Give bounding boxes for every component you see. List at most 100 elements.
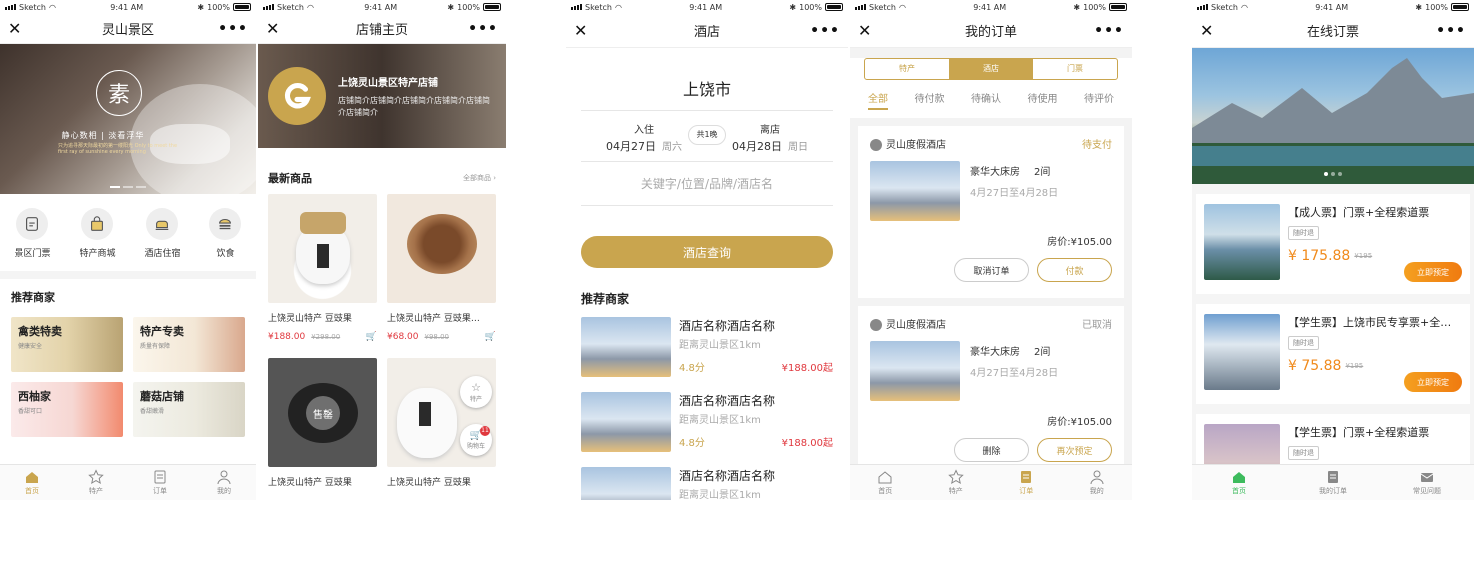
segment-hotel[interactable]: 酒店 (949, 59, 1033, 79)
hotel-image (581, 392, 671, 452)
cart-icon[interactable]: 🛒 (485, 332, 496, 342)
merchant-title: 西柚家 (18, 390, 51, 403)
close-icon[interactable]: ✕ (1200, 22, 1213, 39)
product-card[interactable]: 上饶灵山特产 豆豉果… ¥68.00 ¥98.00 🛒 (387, 194, 496, 358)
keyword-input[interactable]: 关键字/位置/品牌/酒店名 (581, 162, 833, 206)
user-icon (1090, 470, 1104, 485)
hotel-item[interactable]: 酒店名称酒店名称 距离灵山景区1km 4.8分 ¥188.00起 (566, 392, 848, 467)
product-image (268, 194, 377, 303)
category-specialty[interactable]: 特产商城 (79, 208, 116, 259)
category-food[interactable]: 饮食 (209, 208, 242, 259)
tab-pending-payment[interactable]: 待付款 (915, 90, 945, 110)
order-card[interactable]: 灵山度假酒店 已取消 豪华大床房 2间 4月27日至4月28日 房价:¥105.00 … (858, 306, 1124, 478)
more-dots-icon[interactable]: ••• (1436, 23, 1466, 39)
all-products-link[interactable]: 全部商品 › (463, 173, 496, 183)
page-title: 我的订单 (964, 25, 1017, 40)
segment-specialty[interactable]: 特产 (865, 59, 949, 79)
nav-bar: ✕ 灵山景区 ••• (0, 14, 256, 44)
hotel-item[interactable]: 酒店名称酒店名称 距离灵山景区1km (566, 467, 848, 500)
date-picker[interactable]: 入住 04月27日 周六 共1晚 离店 04月28日 周日 (581, 110, 833, 162)
tab-label: 常见问题 (1413, 487, 1441, 495)
tab-label: 我的 (217, 487, 231, 495)
wifi-icon: ◠ (306, 2, 314, 12)
ticket-card[interactable]: 【成人票】门票+全程索道票 随时退 ¥ 175.88 ¥195 立即预定 (1196, 194, 1470, 294)
tab-label: 我的订单 (1319, 487, 1347, 495)
ticket-old-price: ¥195 (1354, 252, 1373, 260)
favorite-button[interactable]: ☆ 特产 (460, 376, 492, 408)
ticket-card[interactable]: 【学生票】上饶市民专享票+全… 随时退 ¥ 75.88 ¥195 立即预定 (1196, 304, 1470, 404)
book-now-button[interactable]: 立即预定 (1404, 372, 1462, 392)
book-now-button[interactable]: 立即预定 (1404, 262, 1462, 282)
order-card[interactable]: 灵山度假酒店 待支付 豪华大床房 2间 4月27日至4月28日 房价:¥105.00 … (858, 126, 1124, 298)
merchants-title: 推荐商家 (11, 291, 55, 304)
cart-float-button[interactable]: 🛒 购物车 11 (460, 424, 492, 456)
more-dots-icon[interactable]: ••• (810, 23, 840, 39)
star-icon: ☆ (471, 381, 481, 394)
nav-bar: ✕ 在线订票 ••• (1192, 14, 1474, 48)
carrier-label: Sketch (19, 2, 46, 12)
more-dots-icon[interactable]: ••• (1094, 23, 1124, 39)
shop-avatar (870, 139, 882, 151)
more-dots-icon[interactable]: ••• (218, 21, 248, 37)
status-bar: Sketch ◠ 9:41 AM ✱ 100% (566, 0, 848, 14)
product-image: 售罄 (268, 358, 377, 467)
close-icon[interactable]: ✕ (266, 20, 279, 37)
ticket-image (1204, 204, 1280, 280)
tab-pending-review[interactable]: 待评价 (1084, 90, 1114, 110)
city-selector[interactable]: 上饶市 (566, 48, 848, 110)
tab-specialty[interactable]: 特产 (64, 465, 128, 500)
clock: 9:41 AM (689, 2, 723, 12)
merchant-title: 蘑菇店铺 (140, 390, 184, 403)
hotel-item[interactable]: 酒店名称酒店名称 距离灵山景区1km 4.8分 ¥188.00起 (566, 317, 848, 392)
screen-online-tickets: Sketch ◠ 9:41 AM ✱ 100% ✕ 在线订票 ••• 【成人票】门票… (1192, 0, 1474, 500)
battery-percent: 100% (1083, 2, 1106, 12)
product-card[interactable]: ☆ 特产 🛒 购物车 11 上饶灵山特产 豆豉果 (387, 358, 496, 488)
merchant-card[interactable]: 蘑菇店铺 香甜嫩滑 (133, 382, 245, 437)
tab-home[interactable]: 首页 (850, 465, 921, 500)
tab-label: 特产 (948, 487, 963, 495)
product-card[interactable]: 上饶灵山特产 豆豉果 ¥188.00 ¥298.00 🛒 (268, 194, 377, 358)
star-icon (947, 469, 964, 484)
segment-tickets[interactable]: 门票 (1033, 59, 1117, 79)
rec-title: 推荐商家 (581, 292, 630, 306)
price-label: 房价: (1047, 417, 1071, 428)
banner-carousel[interactable]: 素 静心数相 | 淡看浮华 只为追寻那天际最初的第一缕阳光 Only to me… (0, 44, 256, 194)
product-name: 上饶灵山特产 豆豉果 (268, 314, 352, 324)
tab-me[interactable]: 我的 (1062, 465, 1133, 500)
banner-carousel[interactable] (1192, 48, 1474, 184)
section-title: 最新商品 (268, 172, 312, 185)
more-dots-icon[interactable]: ••• (468, 21, 498, 37)
tab-orders[interactable]: 订单 (128, 465, 192, 500)
tab-orders[interactable]: 订单 (991, 465, 1062, 500)
banner-subtext: 只为追寻那天际最初的第一缕阳光 Only to meet the first r… (58, 143, 178, 155)
tab-pending-confirm[interactable]: 待确认 (971, 90, 1001, 110)
delete-order-button[interactable]: 删除 (954, 438, 1029, 462)
close-icon[interactable]: ✕ (8, 20, 21, 37)
close-icon[interactable]: ✕ (858, 22, 871, 39)
battery-percent: 100% (207, 2, 230, 12)
bluetooth-icon: ✱ (1073, 2, 1081, 12)
tab-me[interactable]: 我的 (192, 465, 256, 500)
rebook-button[interactable]: 再次预定 (1037, 438, 1112, 462)
tab-pending-use[interactable]: 待使用 (1028, 90, 1058, 110)
merchant-card[interactable]: 特产专卖 质量有保障 (133, 317, 245, 372)
tab-all[interactable]: 全部 (868, 90, 888, 110)
tab-my-orders[interactable]: 我的订单 (1286, 465, 1380, 500)
close-icon[interactable]: ✕ (574, 22, 587, 39)
product-card[interactable]: 售罄 上饶灵山特产 豆豉果 (268, 358, 377, 488)
merchant-sub: 香甜嫩滑 (140, 408, 165, 415)
cancel-order-button[interactable]: 取消订单 (954, 258, 1029, 282)
hotel-search-button[interactable]: 酒店查询 (581, 236, 833, 268)
tab-faq[interactable]: 常见问题 (1380, 465, 1474, 500)
store-logo (268, 67, 326, 125)
tab-home[interactable]: 首页 (1192, 465, 1286, 500)
tab-specialty[interactable]: 特产 (921, 465, 992, 500)
cart-icon[interactable]: 🛒 (366, 332, 377, 342)
clock: 9:41 AM (110, 2, 144, 12)
merchant-card[interactable]: 西柚家 香甜可口 (11, 382, 123, 437)
merchant-card[interactable]: 禽类特卖 健康安全 (11, 317, 123, 372)
category-hotel[interactable]: 酒店住宿 (144, 208, 181, 259)
category-tickets[interactable]: 景区门票 (14, 208, 51, 259)
pay-button[interactable]: 付款 (1037, 258, 1112, 282)
tab-home[interactable]: 首页 (0, 465, 64, 500)
